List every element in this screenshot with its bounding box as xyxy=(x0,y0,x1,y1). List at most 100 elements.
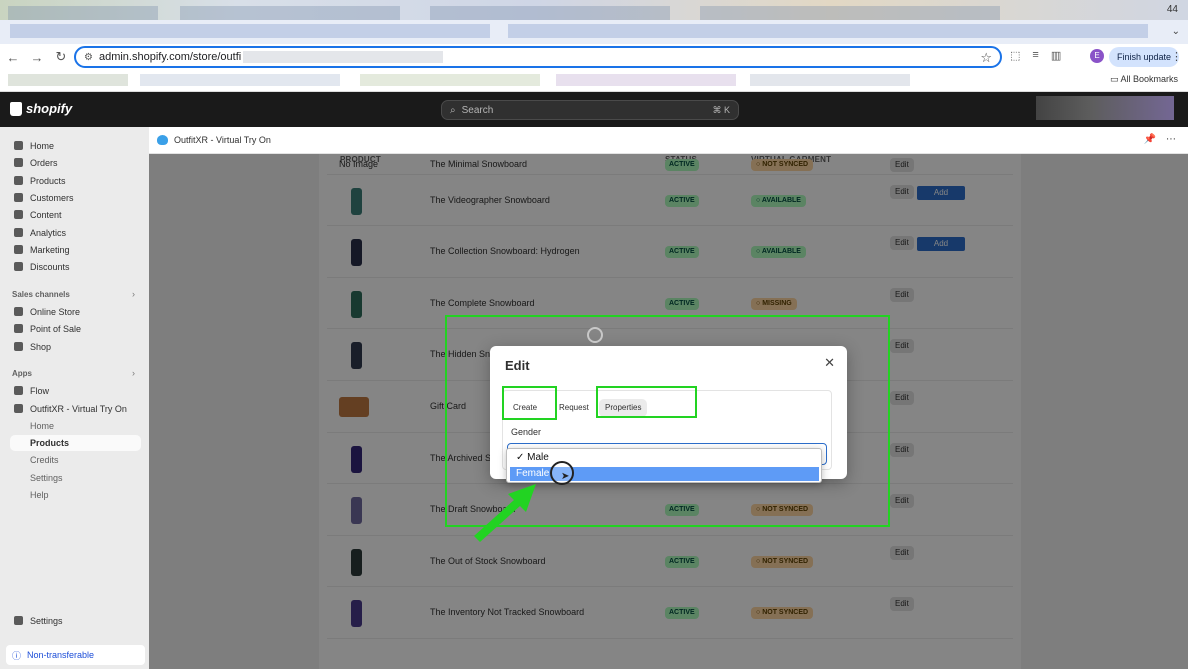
profile-avatar[interactable]: E xyxy=(1090,49,1104,63)
sidebar-label: Flow xyxy=(30,385,50,396)
tab-count: 44 xyxy=(1166,4,1178,15)
target-icon xyxy=(14,245,23,254)
side-panel-icon[interactable]: ▥ xyxy=(1051,49,1061,62)
more-actions-icon[interactable]: ⋯ xyxy=(1166,134,1176,145)
sidebar-label: Customers xyxy=(30,192,74,203)
sidebar-item-discounts[interactable]: Discounts xyxy=(8,258,141,275)
forward-icon[interactable]: → xyxy=(26,50,48,65)
sidebar-item-home[interactable]: Home xyxy=(8,137,141,154)
site-info-icon[interactable]: ⚙ xyxy=(84,52,93,63)
sidebar-item-customers[interactable]: Customers xyxy=(8,189,141,206)
blurred-bookmark[interactable] xyxy=(140,74,340,86)
sales-channels-heading[interactable]: Sales channels xyxy=(12,290,70,299)
tab-search-icon[interactable]: ⌄ xyxy=(1172,26,1180,37)
sidebar-sublabel: Products xyxy=(30,438,70,448)
flow-icon xyxy=(14,386,23,395)
search-placeholder: Search xyxy=(461,104,494,116)
sidebar-item-point-of-sale[interactable]: Point of Sale xyxy=(8,320,141,337)
blurred-tab[interactable] xyxy=(508,24,1148,38)
app-title: OutfitXR - Virtual Try On xyxy=(174,135,271,145)
extension-icons: ⬚ ≡ ▥ xyxy=(1010,49,1061,62)
sidebar-item-analytics[interactable]: Analytics xyxy=(8,224,141,241)
chevron-right-icon[interactable]: › xyxy=(132,368,135,378)
admin-sidebar: Home Orders Products Customers Content A… xyxy=(0,127,149,669)
sidebar-sublabel: Settings xyxy=(30,473,63,483)
sidebar-item-products[interactable]: Products xyxy=(8,172,141,189)
sidebar-sublabel: Home xyxy=(30,421,55,431)
extension-icon[interactable]: ⬚ xyxy=(1010,49,1020,62)
sidebar-subitem-products[interactable]: Products xyxy=(10,435,141,451)
sidebar-label: Products xyxy=(30,175,66,186)
search-icon: ⌕ xyxy=(450,104,456,116)
address-bar[interactable]: ⚙ admin.shopify.com/store/outfi ☆ xyxy=(74,46,1002,68)
mouse-pointer-icon: ➤ xyxy=(561,471,570,482)
chart-icon xyxy=(14,228,23,237)
blurred-bookmark[interactable] xyxy=(8,74,128,86)
sidebar-label: Home xyxy=(30,140,55,151)
url-text: admin.shopify.com/store/outfi xyxy=(98,51,242,63)
blurred-tab[interactable] xyxy=(700,6,1000,20)
sidebar-label: Marketing xyxy=(30,244,70,255)
tab-search-icon[interactable]: ≡ xyxy=(1032,49,1038,62)
sidebar-item-shop[interactable]: Shop xyxy=(8,338,141,355)
shopify-topbar: shopify ⌕ Search ⌘ K xyxy=(0,92,1188,127)
outfitxr-app-icon xyxy=(14,404,23,413)
shopify-logo[interactable]: shopify xyxy=(10,101,72,116)
blurred-tab[interactable] xyxy=(8,6,158,20)
blurred-bookmark[interactable] xyxy=(750,74,910,86)
sidebar-item-online-store[interactable]: Online Store xyxy=(8,303,141,320)
shopify-bag-icon xyxy=(10,101,22,116)
sidebar-subitem-help[interactable]: Help xyxy=(10,487,141,503)
blurred-tab[interactable] xyxy=(10,24,490,38)
sidebar-label: OutfitXR - Virtual Try On xyxy=(30,403,127,414)
blurred-tab[interactable] xyxy=(180,6,400,20)
store-account-redacted[interactable] xyxy=(1036,96,1174,120)
sidebar-label: Online Store xyxy=(30,306,81,317)
sidebar-label: Discounts xyxy=(30,261,70,272)
sidebar-item-content[interactable]: Content xyxy=(8,206,141,223)
app-header: OutfitXR - Virtual Try On 📌 ⋯ xyxy=(149,127,1188,154)
sidebar-item-flow[interactable]: Flow xyxy=(8,382,141,399)
sidebar-label: Point of Sale xyxy=(30,323,82,334)
search-bar[interactable]: ⌕ Search ⌘ K xyxy=(441,100,739,120)
home-icon xyxy=(14,141,23,150)
gear-icon xyxy=(14,616,23,625)
bookmark-star-icon[interactable]: ☆ xyxy=(980,50,992,66)
content-icon xyxy=(14,210,23,219)
pin-icon[interactable]: 📌 xyxy=(1144,134,1156,145)
apps-heading[interactable]: Apps xyxy=(12,369,32,378)
all-bookmarks-button[interactable]: ▭ All Bookmarks xyxy=(1110,74,1178,85)
all-bookmarks-label: All Bookmarks xyxy=(1120,74,1178,84)
sidebar-subitem-credits[interactable]: Credits xyxy=(10,452,141,468)
blurred-tab[interactable] xyxy=(430,6,670,20)
bookmarks-bar: ▭ All Bookmarks xyxy=(0,70,1188,92)
reload-icon[interactable]: ↻ xyxy=(50,49,72,65)
non-transferable-banner[interactable]: ⓘ Non-transferable xyxy=(6,645,145,665)
shopify-wordmark: shopify xyxy=(26,101,73,116)
crosshair-icon xyxy=(587,327,603,343)
finish-update-button[interactable]: Finish update xyxy=(1109,47,1180,67)
annotation-highlight-properties xyxy=(596,386,697,418)
outfitxr-app-icon xyxy=(157,135,168,145)
blurred-bookmark[interactable] xyxy=(360,74,540,86)
sidebar-item-marketing[interactable]: Marketing xyxy=(8,241,141,258)
sidebar-item-orders[interactable]: Orders xyxy=(8,154,141,171)
chevron-right-icon[interactable]: › xyxy=(132,289,135,299)
sidebar-item-settings[interactable]: Settings xyxy=(8,612,141,629)
orders-icon xyxy=(14,158,23,167)
back-icon[interactable]: ← xyxy=(2,50,24,65)
blurred-bookmark[interactable] xyxy=(556,74,736,86)
sidebar-label: Orders xyxy=(30,157,58,168)
sidebar-sublabel: Credits xyxy=(30,455,59,465)
sidebar-sublabel: Help xyxy=(30,490,49,500)
sidebar-label: Shop xyxy=(30,341,52,352)
browser-menu-icon[interactable]: ⋮ xyxy=(1171,50,1182,63)
sidebar-subitem-home[interactable]: Home xyxy=(10,418,141,434)
pos-icon xyxy=(14,324,23,333)
shop-icon xyxy=(14,342,23,351)
sidebar-subitem-settings[interactable]: Settings xyxy=(10,470,141,486)
sidebar-item-outfitxr[interactable]: OutfitXR - Virtual Try On xyxy=(8,400,141,417)
person-icon xyxy=(14,193,23,202)
sidebar-label: Analytics xyxy=(30,227,67,238)
store-icon xyxy=(14,307,23,316)
